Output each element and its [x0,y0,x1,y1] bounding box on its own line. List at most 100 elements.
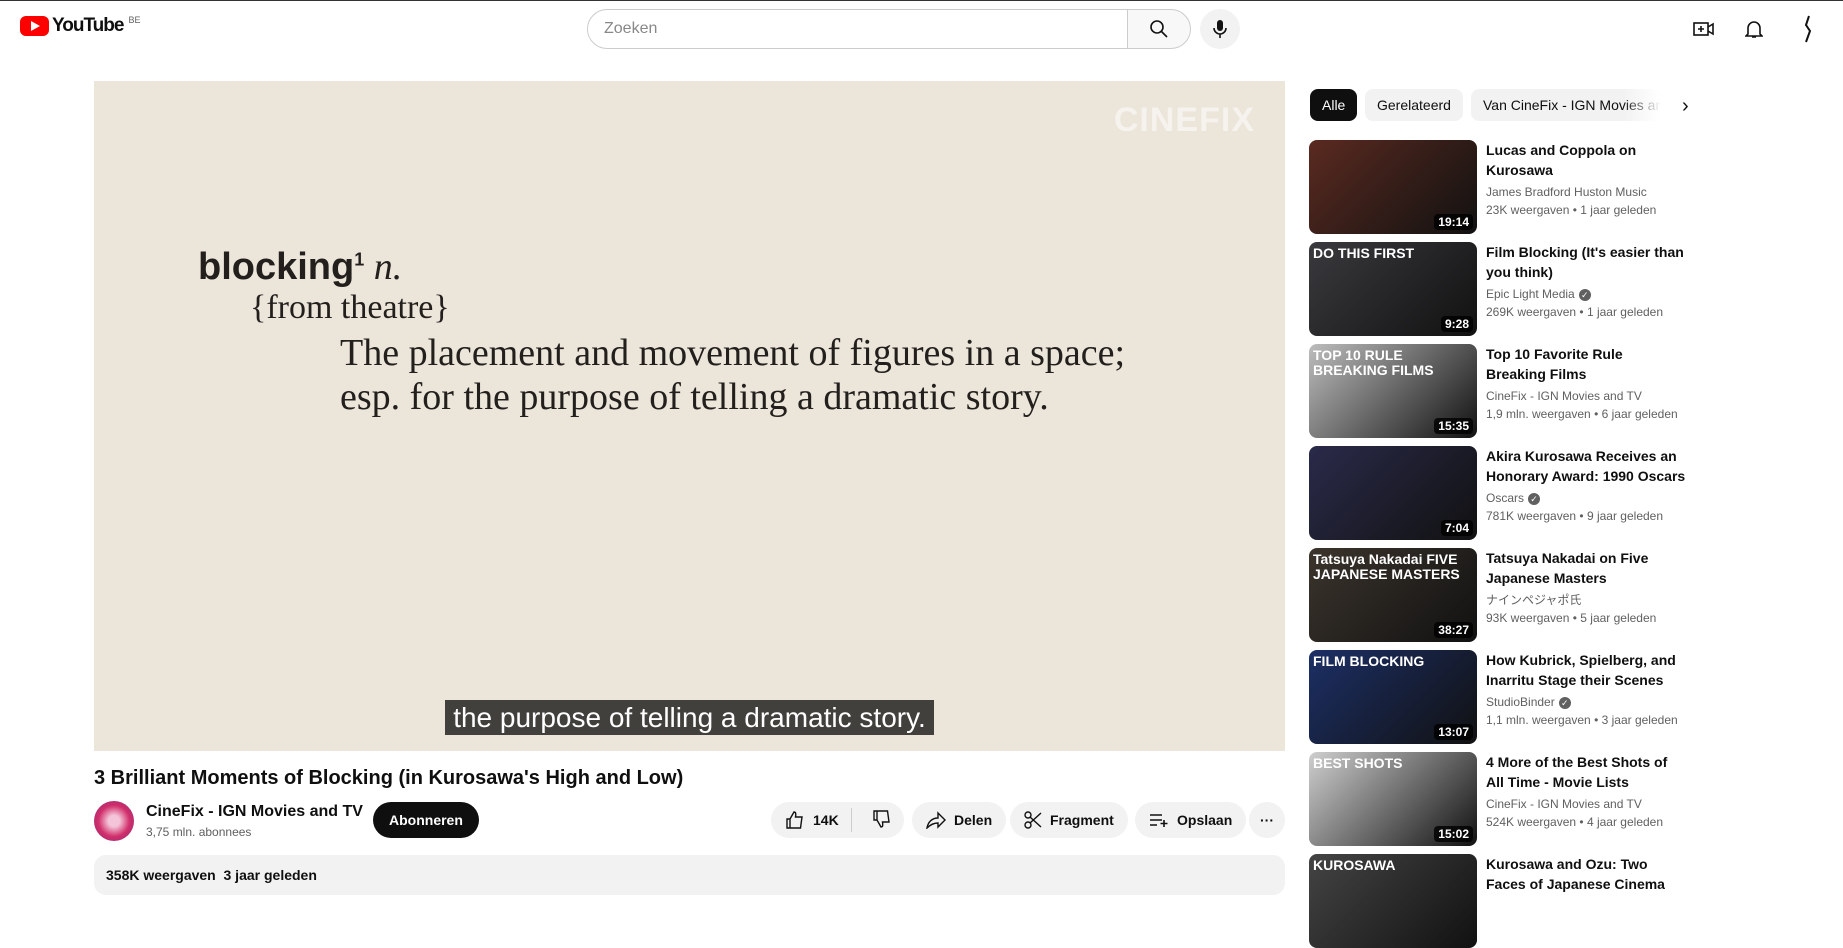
microphone-icon [1213,20,1227,38]
scissors-icon [1024,811,1042,829]
video-thumbnail[interactable]: KUROSAWA [1309,854,1477,948]
search-button[interactable] [1127,9,1191,49]
create-button[interactable] [1690,15,1718,43]
video-title[interactable]: 4 More of the Best Shots of All Time - M… [1486,752,1686,792]
chips-next-chevron-icon[interactable]: › [1682,95,1689,118]
def-pos: n. [373,246,403,288]
thumbnail-text: KUROSAWA [1313,857,1396,873]
subscribe-button[interactable]: Abonneren [373,802,479,838]
video-title[interactable]: Tatsuya Nakadai on Five Japanese Masters [1486,548,1686,588]
clip-button[interactable]: Fragment [1010,802,1128,838]
view-count-date: 358K weergaven 3 jaar geleden [106,867,317,883]
channel-name[interactable]: Epic Light Media [1486,287,1575,301]
thumbnail-text: TOP 10 RULE BREAKING FILMS [1313,347,1434,378]
dislike-button[interactable] [860,809,904,832]
recommended-video[interactable]: TOP 10 RULE BREAKING FILMS 15:35 Top 10 … [1309,344,1689,438]
video-thumbnail[interactable]: 7:04 [1309,446,1477,540]
thumbnail-text: Tatsuya Nakadai FIVE JAPANESE MASTERS [1313,551,1460,582]
def-line: The placement and movement of figures in… [340,332,1126,374]
view-count: 1,1 mln. weergaven [1486,713,1591,727]
recommended-video[interactable]: KUROSAWA Kurosawa and Ozu: Two Faces of … [1309,854,1689,948]
video-thumbnail[interactable]: Tatsuya Nakadai FIVE JAPANESE MASTERS 38… [1309,548,1477,642]
channel-name[interactable]: James Bradford Huston Music [1486,185,1647,199]
video-title[interactable]: Kurosawa and Ozu: Two Faces of Japanese … [1486,854,1686,894]
verified-check-icon: ✓ [1558,697,1571,709]
more-actions-button[interactable]: ··· [1249,802,1285,838]
upload-age: 1 jaar geleden [1586,305,1664,319]
verified-check-icon: ✓ [1528,493,1541,505]
account-avatar[interactable] [1794,15,1822,43]
channel-name[interactable]: CineFix - IGN Movies and TV [1486,797,1642,811]
verified-check-icon: ✓ [1578,289,1591,301]
search-icon [1150,20,1168,38]
channel-name[interactable]: StudioBinder [1486,695,1555,709]
view-count: 269K weergaven [1486,305,1577,319]
bell-icon [1745,21,1763,38]
recommended-video[interactable]: BEST SHOTS 15:02 4 More of the Best Shot… [1309,752,1689,846]
channel-name[interactable]: CineFix - IGN Movies and TV [146,803,363,821]
channel-avatar[interactable] [94,801,134,841]
def-word: blocking [198,246,355,288]
video-thumbnail[interactable]: BEST SHOTS 15:02 [1309,752,1477,846]
recommended-video[interactable]: 7:04 Akira Kurosawa Receives an Honorary… [1309,446,1689,540]
video-title[interactable]: Top 10 Favorite Rule Breaking Films [1486,344,1686,384]
def-sup: 1 [354,249,365,270]
video-duration: 19:14 [1434,214,1473,230]
share-label: Delen [954,812,993,828]
video-thumbnail[interactable]: TOP 10 RULE BREAKING FILMS 15:35 [1309,344,1477,438]
youtube-logo[interactable]: YouTube BE [20,15,140,37]
channel-name[interactable]: ナインペジャポ氏 [1486,593,1581,607]
playlist-add-icon [1150,814,1168,827]
channel-name[interactable]: Oscars [1486,491,1524,505]
video-duration: 9:28 [1440,316,1473,332]
recommended-video[interactable]: 19:14 Lucas and Coppola on Kurosawa Jame… [1309,140,1689,234]
chip-from-channel[interactable]: Van CineFix - IGN Movies and TV [1471,89,1661,121]
video-duration: 15:35 [1434,418,1473,434]
video-title[interactable]: Lucas and Coppola on Kurosawa [1486,140,1686,180]
definition-text: The placement and movement of figures in… [340,331,1125,419]
video-title: 3 Brilliant Moments of Blocking (in Kuro… [94,767,684,789]
thumbnail-text: DO THIS FIRST [1313,245,1415,261]
thumbnail-text: BEST SHOTS [1313,755,1403,771]
video-duration: 7:04 [1440,520,1473,536]
create-video-icon [1693,22,1714,36]
view-count: 23K weergaven [1486,203,1570,217]
video-duration: 38:27 [1434,622,1473,638]
thumbnail-text: FILM BLOCKING [1313,653,1425,669]
video-duration: 13:07 [1434,724,1473,740]
recommended-video[interactable]: DO THIS FIRST 9:28 Film Blocking (It's e… [1309,242,1689,336]
video-title[interactable]: Film Blocking (It's easier than you thin… [1486,242,1686,282]
notifications-button[interactable] [1740,15,1768,43]
save-button[interactable]: Opslaan [1135,802,1247,838]
voice-search-button[interactable] [1200,9,1240,49]
like-dislike-group: 14K [771,802,904,838]
video-thumbnail[interactable]: FILM BLOCKING 13:07 [1309,650,1477,744]
like-button[interactable]: 14K [771,808,852,832]
view-count: 524K weergaven [1486,815,1577,829]
view-count: 1,9 mln. weergaven [1486,407,1591,421]
video-thumbnail[interactable]: 19:14 [1309,140,1477,234]
clip-label: Fragment [1050,812,1114,828]
share-icon [926,811,946,829]
youtube-play-icon [20,16,49,36]
search-input[interactable]: Zoeken [587,9,1128,49]
upload-age: 4 jaar geleden [1586,815,1664,829]
save-label: Opslaan [1177,812,1233,828]
description-box[interactable]: 358K weergaven 3 jaar geleden [94,855,1285,895]
video-title[interactable]: Akira Kurosawa Receives an Honorary Awar… [1486,446,1686,486]
upload-age: 5 jaar geleden [1580,611,1657,625]
chip-all[interactable]: Alle [1310,89,1358,121]
share-button[interactable]: Delen [912,802,1007,838]
video-player[interactable]: CINEFIX blocking1 n. {from theatre} The … [94,81,1285,751]
video-thumbnail[interactable]: DO THIS FIRST 9:28 [1309,242,1477,336]
def-line: esp. for the purpose of telling a dramat… [340,376,1049,418]
definition-headword: blocking1 n. [198,245,402,289]
recommended-video[interactable]: FILM BLOCKING 13:07 How Kubrick, Spielbe… [1309,650,1689,744]
thumbs-up-icon [786,811,803,829]
video-title[interactable]: How Kubrick, Spielberg, and Inarritu Sta… [1486,650,1686,690]
recommended-video[interactable]: Tatsuya Nakadai FIVE JAPANESE MASTERS 38… [1309,548,1689,642]
chip-related[interactable]: Gerelateerd [1365,89,1463,121]
channel-name[interactable]: CineFix - IGN Movies and TV [1486,389,1642,403]
thumbs-down-icon [872,809,890,828]
definition-origin: {from theatre} [250,289,450,326]
